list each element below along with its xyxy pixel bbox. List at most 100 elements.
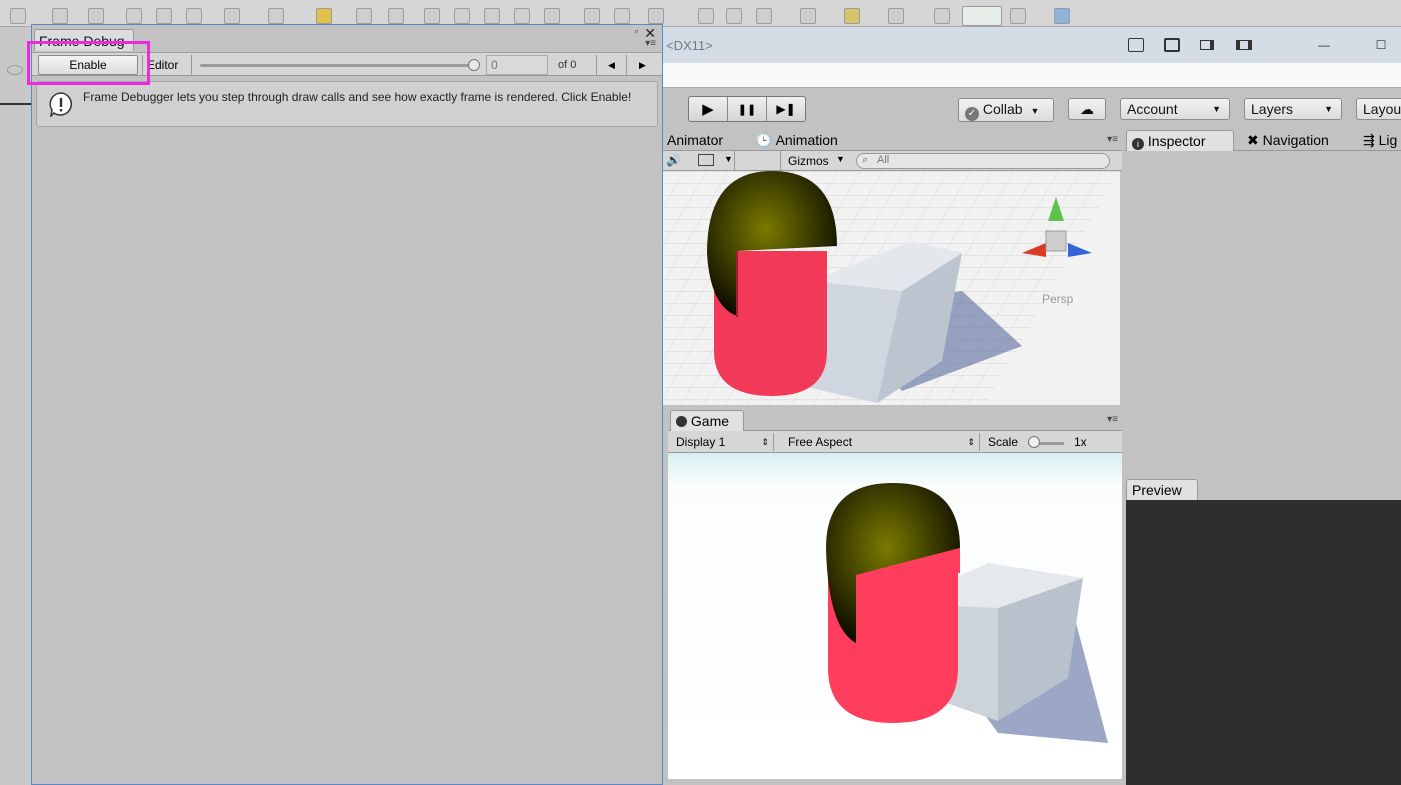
panel-menu-icon[interactable]: ▾≡ <box>645 38 656 49</box>
inspector-tabbar: i Inspector ✖ Navigation ⇶ Lig <box>1124 129 1401 151</box>
clock-icon: 🕒 <box>755 132 773 148</box>
panel-menu-icon[interactable]: ▾≡ <box>1107 414 1118 425</box>
table-icon[interactable] <box>544 8 560 24</box>
cloud-button[interactable]: ☁ <box>1068 98 1106 120</box>
pause-button[interactable]: ❚❚ <box>728 97 767 121</box>
game-panel: Game ▾≡ Display 1 ⇕ Free Aspect ⇕ Scale … <box>668 409 1122 785</box>
frame-slider[interactable] <box>200 64 474 67</box>
layers-dropdown[interactable]: Layers ▼ <box>1244 98 1342 120</box>
left-sidebar <box>0 27 32 785</box>
rect-icon[interactable] <box>888 8 904 24</box>
collab-button[interactable]: ✓ Collab ▼ <box>958 98 1054 122</box>
lock-icon[interactable] <box>584 8 600 24</box>
frame-icon[interactable] <box>698 8 714 24</box>
tab-inspector[interactable]: i Inspector <box>1126 130 1234 151</box>
navigation-icon: ✖ <box>1247 132 1259 148</box>
aspect-label: Free Aspect <box>788 435 853 449</box>
layout-window-icon[interactable] <box>1128 38 1144 52</box>
editor-titlebar: <DX11> — ☐ <box>662 27 1401 63</box>
tab-lighting[interactable]: ⇶ Lig <box>1358 130 1401 151</box>
refresh-icon[interactable] <box>356 8 372 24</box>
chevron-right-icon: ▶ <box>639 60 646 70</box>
layout-label: Layou <box>1363 101 1401 117</box>
settings-icon[interactable] <box>224 8 240 24</box>
dock-right-icon[interactable] <box>1200 40 1214 50</box>
zoom-out-icon[interactable] <box>156 8 172 24</box>
copy-icon[interactable] <box>614 8 630 24</box>
menu-bar <box>662 63 1401 87</box>
align-icon[interactable] <box>514 8 530 24</box>
scene-render: Persp <box>662 171 1120 405</box>
game-viewport[interactable] <box>668 453 1122 779</box>
aspect-dropdown[interactable]: Free Aspect ⇕ <box>780 433 980 451</box>
minimize-button[interactable]: — <box>1317 39 1331 51</box>
mode-label: Editor <box>147 58 179 72</box>
grid-icon[interactable] <box>126 8 142 24</box>
layout-dropdown[interactable]: Layou <box>1356 98 1401 120</box>
divider <box>734 151 735 171</box>
search-input[interactable]: ⌕ All <box>856 153 1110 169</box>
chevron-down-icon: ▼ <box>836 154 845 164</box>
tab-navigation[interactable]: ✖ Navigation <box>1242 130 1334 151</box>
redo-icon[interactable] <box>52 8 68 24</box>
info-box: Frame Debugger lets you step through dra… <box>36 81 658 127</box>
preview-panel: Preview <box>1124 478 1401 785</box>
display-dropdown[interactable]: Display 1 ⇕ <box>668 433 774 451</box>
scale-slider-thumb[interactable] <box>1028 436 1040 448</box>
undo-icon[interactable] <box>10 8 26 24</box>
display-label: Display 1 <box>676 435 726 449</box>
tab-preview[interactable]: Preview <box>1126 479 1198 500</box>
gizmos-dropdown[interactable]: Gizmos <box>788 154 829 168</box>
crop-icon[interactable] <box>800 8 816 24</box>
pivot-icon[interactable] <box>484 8 500 24</box>
chevron-down-icon: ▼ <box>1030 106 1040 116</box>
step-button[interactable]: ▶❚ <box>767 97 805 121</box>
collab-label: Collab <box>982 101 1023 117</box>
globe-icon[interactable] <box>88 8 104 24</box>
scene-viewport[interactable]: Persp <box>662 171 1120 405</box>
camera-icon[interactable] <box>388 8 404 24</box>
eye-icon[interactable] <box>7 65 23 75</box>
window-title: <DX11> <box>666 38 713 53</box>
account-dropdown[interactable]: Account ▼ <box>1120 98 1230 120</box>
chevron-down-icon[interactable]: ▼ <box>724 154 733 164</box>
panel-menu-icon[interactable]: ▾≡ <box>1107 134 1118 145</box>
account-label: Account <box>1127 101 1178 117</box>
tab-game[interactable]: Game <box>670 410 744 431</box>
previous-frame-button[interactable]: ◀ <box>596 55 626 75</box>
fullscreen-icon[interactable] <box>1164 38 1180 52</box>
chevron-down-icon: ▼ <box>1212 104 1221 114</box>
maximize-icon[interactable]: ▫ <box>635 26 638 36</box>
image-effects-icon[interactable] <box>698 154 714 166</box>
brush-icon[interactable] <box>844 8 860 24</box>
mesh-icon[interactable] <box>424 8 440 24</box>
warning-bubble-icon <box>49 92 73 117</box>
text-icon[interactable] <box>1010 8 1026 24</box>
audio-icon[interactable]: 🔊 <box>666 153 681 167</box>
play-button[interactable]: ▶ <box>689 97 728 121</box>
chevron-down-icon: ▼ <box>1324 104 1333 114</box>
tab-animation[interactable]: 🕒 Animation <box>750 130 843 151</box>
cursor-icon[interactable] <box>648 8 664 24</box>
dots-icon[interactable] <box>756 8 772 24</box>
frame-slider-thumb[interactable] <box>468 59 480 71</box>
layout-icon[interactable] <box>726 8 742 24</box>
package-icon[interactable] <box>316 8 332 24</box>
color-swatch-icon[interactable] <box>962 6 1002 26</box>
next-frame-button[interactable]: ▶ <box>626 55 658 75</box>
tab-animator[interactable]: Animator <box>662 130 728 151</box>
dock-split-icon[interactable] <box>1236 40 1252 50</box>
maximize-button[interactable]: ☐ <box>1374 39 1388 51</box>
info-icon: i <box>1132 138 1144 150</box>
tab-navigation-label: Navigation <box>1262 132 1329 148</box>
grid2-icon[interactable] <box>454 8 470 24</box>
file-icon[interactable] <box>268 8 284 24</box>
editor-window: <DX11> — ☐ ▶ ❚❚ ▶❚ ✓ Collab ▼ ☁ Account … <box>662 27 1401 785</box>
frame-number-input[interactable]: 0 <box>486 55 548 75</box>
frame-count-label: of 0 <box>558 59 577 71</box>
zoom-in-icon[interactable] <box>186 8 202 24</box>
check-icon: ✓ <box>965 107 979 121</box>
top-toolbar <box>0 0 1401 27</box>
frame2-icon[interactable] <box>934 8 950 24</box>
shape-icon[interactable] <box>1054 8 1070 24</box>
